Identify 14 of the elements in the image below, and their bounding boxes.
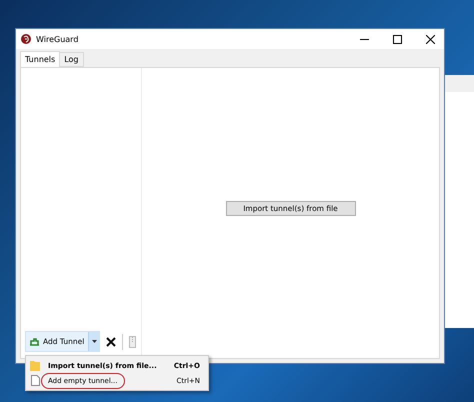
dragon-logo-icon (21, 34, 31, 44)
plug-icon (29, 336, 40, 346)
dropdown-button[interactable] (88, 332, 100, 351)
close-icon (106, 336, 116, 346)
tab[interactable]: Tunnels (20, 51, 60, 67)
window-title: WireGuard (36, 34, 80, 44)
tab[interactable]: Log (59, 52, 84, 67)
folder-icon (30, 360, 40, 371)
maximize-icon (392, 34, 402, 44)
document-icon (30, 375, 40, 386)
caret-icon (92, 340, 97, 343)
zip-icon (129, 336, 136, 348)
delete-button[interactable] (104, 336, 118, 346)
close-icon (426, 34, 434, 44)
